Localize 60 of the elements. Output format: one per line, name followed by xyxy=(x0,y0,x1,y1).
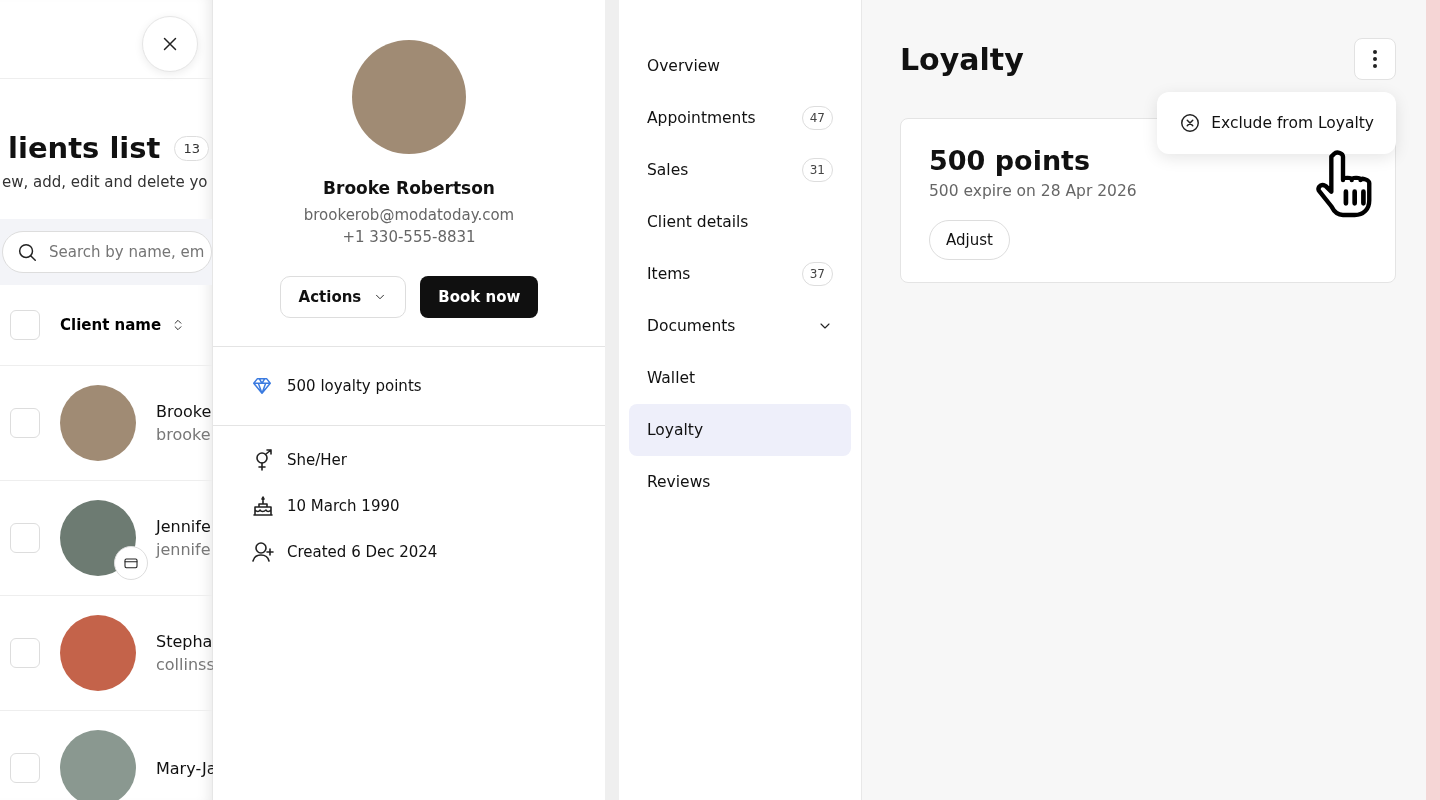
nav-label: Items xyxy=(647,265,691,283)
nav-item[interactable]: Reviews xyxy=(629,456,851,508)
detail-text: 10 March 1990 xyxy=(287,497,400,515)
close-button[interactable] xyxy=(142,16,198,72)
nav-item[interactable]: Documents xyxy=(629,300,851,352)
count-badge: 31 xyxy=(801,158,833,182)
adjust-button[interactable]: Adjust xyxy=(929,220,1010,260)
nav-item[interactable]: Sales 31 xyxy=(629,144,851,196)
nav-item[interactable]: Client details xyxy=(629,196,851,248)
select-all-checkbox[interactable] xyxy=(10,310,40,340)
detail-text: She/Her xyxy=(287,451,347,469)
client-phone: +1 330-555-8831 xyxy=(342,227,476,248)
nav-label: Appointments xyxy=(647,109,756,127)
search-field[interactable]: Search by name, em xyxy=(2,231,212,273)
count-badge: 47 xyxy=(801,106,833,130)
nav-item[interactable]: Overview xyxy=(629,40,851,92)
more-button[interactable] xyxy=(1354,38,1396,80)
nav-item[interactable]: Items 37 xyxy=(629,248,851,300)
count-badge: 37 xyxy=(801,262,833,286)
cake-icon xyxy=(251,494,275,518)
row-checkbox[interactable] xyxy=(10,638,40,668)
page-title: lients list xyxy=(8,131,161,165)
row-checkbox[interactable] xyxy=(10,408,40,438)
nav-label: Overview xyxy=(647,57,720,75)
add-person-icon xyxy=(251,540,275,564)
nav-item[interactable]: Appointments 47 xyxy=(629,92,851,144)
nav-item[interactable]: Loyalty xyxy=(629,404,851,456)
client-name: Stepha xyxy=(156,632,214,651)
detail-text: Created 6 Dec 2024 xyxy=(287,543,438,561)
card-icon xyxy=(123,555,139,571)
page-subtitle: ew, add, edit and delete yo xyxy=(1,173,209,191)
column-header[interactable]: Client name xyxy=(60,316,186,334)
count-badge: 13 xyxy=(174,135,209,161)
loyalty-points: 500 loyalty points xyxy=(287,377,422,395)
circle-x-icon xyxy=(1179,112,1202,134)
nav-label: Reviews xyxy=(647,473,711,491)
nav-label: Client details xyxy=(647,213,749,231)
section-title: Loyalty xyxy=(900,41,1024,77)
client-email: collinss xyxy=(156,655,215,674)
client-name: Jennife xyxy=(156,517,211,536)
points-value: 500 points xyxy=(929,145,1092,176)
nav-label: Wallet xyxy=(647,369,696,387)
more-vertical-icon xyxy=(1373,50,1377,68)
row-checkbox[interactable] xyxy=(10,523,40,553)
nav-item[interactable]: Wallet xyxy=(629,352,851,404)
nav-label: Sales xyxy=(647,161,689,179)
row-checkbox[interactable] xyxy=(10,753,40,783)
client-name: Brooke xyxy=(156,402,212,421)
menu-item[interactable]: Exclude from Loyalty xyxy=(1179,104,1374,142)
client-email: brookerob@modatoday.com xyxy=(303,205,515,226)
client-email: jennife xyxy=(156,540,211,559)
search-icon xyxy=(16,241,38,263)
nav-label: Loyalty xyxy=(647,421,704,439)
nav-label: Documents xyxy=(647,317,736,335)
client-name: Brooke Robertson xyxy=(323,178,495,198)
diamond-icon xyxy=(251,375,273,397)
book-now-button[interactable]: Book now xyxy=(420,276,539,318)
actions-button[interactable]: Actions xyxy=(279,276,407,318)
expiry-text: 500 expire on 28 Apr 2026 xyxy=(929,182,1138,200)
client-email: brooke xyxy=(156,425,212,444)
